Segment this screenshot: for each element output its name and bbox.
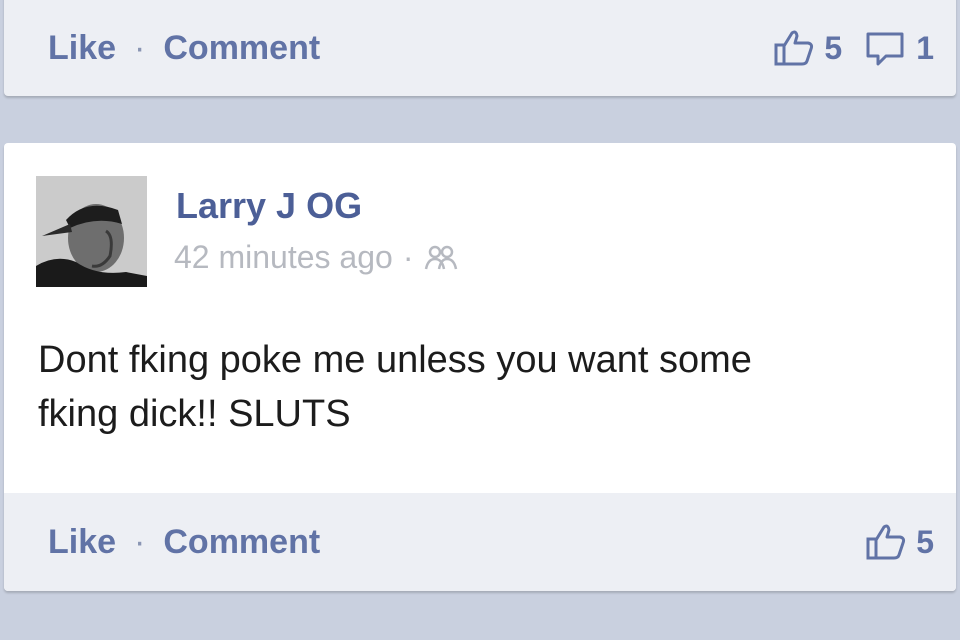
friends-icon	[425, 245, 458, 269]
like-link[interactable]: Like	[48, 523, 116, 562]
post-card: Larry J OG 42 minutes ago · Dont fking p…	[4, 143, 956, 591]
message-line: fking dick!! SLUTS	[38, 393, 351, 435]
comment-bubble-icon	[866, 32, 904, 66]
comment-link[interactable]: Comment	[163, 523, 320, 562]
separator-dot: ·	[134, 28, 146, 67]
author-name[interactable]: Larry J OG	[176, 185, 362, 227]
post-counts: 5	[842, 522, 934, 562]
post-action-bar: Like · Comment 5	[4, 493, 956, 591]
comment-count: 1	[916, 29, 934, 66]
post-meta: 42 minutes ago ·	[174, 239, 459, 276]
message-line: Dont fking poke me unless you want some	[38, 339, 752, 381]
thumbs-up-icon	[774, 30, 814, 66]
avatar[interactable]	[36, 176, 147, 287]
post-message: Dont fking poke me unless you want some …	[38, 333, 918, 441]
post-actions: Like · Comment	[48, 523, 320, 562]
timestamp[interactable]: 42 minutes ago	[174, 239, 393, 276]
like-count-group[interactable]: 5	[864, 522, 934, 562]
previous-post-counts: 5 1	[750, 28, 934, 68]
like-link[interactable]: Like	[48, 29, 116, 68]
thumbs-up-icon	[866, 524, 906, 560]
previous-post-card: Like · Comment 5 1	[4, 0, 956, 96]
separator-dot: ·	[134, 522, 146, 561]
separator-dot: ·	[402, 239, 414, 275]
previous-post-actions: Like · Comment	[48, 29, 320, 68]
comment-link[interactable]: Comment	[163, 29, 320, 68]
like-count-group[interactable]: 5	[772, 28, 842, 68]
comment-count-group[interactable]: 1	[864, 28, 934, 68]
previous-post-action-bar: Like · Comment 5 1	[4, 0, 956, 96]
like-count: 5	[916, 523, 934, 560]
like-count: 5	[824, 29, 843, 66]
avatar-photo	[36, 176, 147, 287]
